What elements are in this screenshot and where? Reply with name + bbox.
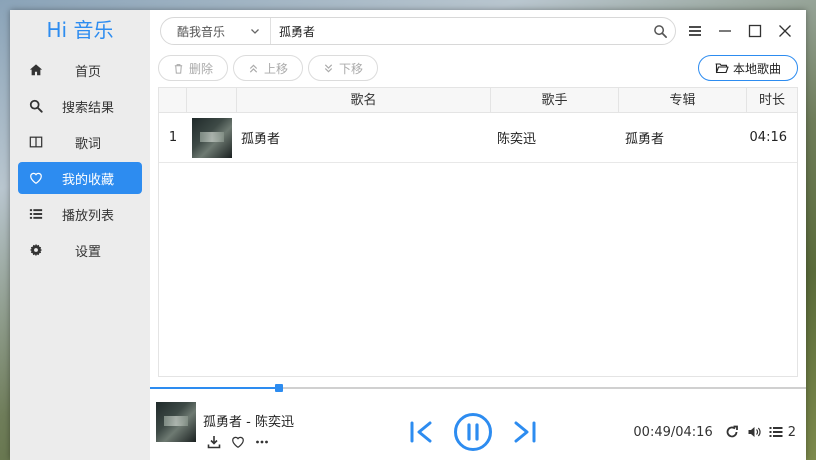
search-icon [653,24,667,38]
search-input[interactable] [271,18,645,44]
heart-icon [18,171,54,185]
pause-icon [454,413,492,451]
source-select[interactable]: 酷我音乐 [161,18,271,44]
search-button[interactable] [645,24,675,39]
pause-button[interactable] [453,412,493,452]
header-artist[interactable]: 歌手 [491,88,619,113]
search-icon [18,99,54,113]
sidebar-item-label: 设置 [74,244,101,260]
skip-previous-icon [410,421,432,443]
move-down-button[interactable]: 下移 [308,55,378,81]
row-artist: 陈奕迅 [497,132,537,147]
close-icon [779,25,791,37]
progress-fill [150,387,279,389]
maximize-button[interactable] [740,18,770,44]
row-index: 1 [168,130,178,145]
header-index [159,88,187,113]
now-playing-cover[interactable] [156,402,196,442]
sidebar-item-playlist[interactable]: 播放列表 [18,198,142,230]
more-dots-icon [256,440,268,444]
sidebar-nav: 首页 搜索结果 歌词 我的收藏 播放列表 设置 [10,54,150,266]
playlist-button[interactable] [765,424,787,440]
source-select-value: 酷我音乐 [177,24,226,39]
gear-icon [18,243,54,257]
home-icon [18,63,54,77]
playback-controls [405,412,541,452]
main-panel: 酷我音乐 孤勇者 删除 上移 下移 本地歌曲 歌名 歌手 专辑 时长 1 孤勇者… [150,10,806,460]
header-album[interactable]: 专辑 [619,88,747,113]
download-button[interactable] [202,434,226,450]
local-songs-label: 本地歌曲 [732,61,781,76]
skip-next-icon [514,421,536,443]
move-up-button[interactable]: 上移 [233,55,303,81]
sidebar-item-label: 搜索结果 [61,100,114,116]
playback-progress-bar[interactable] [150,384,806,392]
toolbar: 删除 上移 下移 本地歌曲 [150,55,806,83]
repeat-icon [726,425,738,438]
hamburger-menu-icon [689,26,701,36]
app-title: Hi 音乐 [46,18,114,42]
repeat-button[interactable] [721,424,743,440]
playback-time: 00:49/04:16 [633,424,713,440]
local-songs-button[interactable]: 本地歌曲 [698,55,798,81]
move-down-label: 下移 [338,61,363,76]
header-cover [187,88,237,113]
song-table: 歌名 歌手 专辑 时长 1 孤勇者 陈奕迅 孤勇者 04:16 [158,87,798,377]
sidebar-item-settings[interactable]: 设置 [18,234,142,266]
playlist-count: 2 [787,424,796,440]
sidebar-item-search-results[interactable]: 搜索结果 [18,90,142,122]
row-cover [187,113,237,162]
now-playing-actions [202,434,274,450]
previous-button[interactable] [405,415,439,449]
sidebar-item-lyrics[interactable]: 歌词 [18,126,142,158]
sidebar-item-label: 播放列表 [61,208,114,224]
playlist-icon [769,427,783,437]
download-icon [207,436,221,449]
chevron-down-icon [251,29,259,34]
double-chevron-up-icon [249,63,258,73]
sidebar-item-label: 歌词 [74,136,101,152]
table-header: 歌名 歌手 专辑 时长 [159,88,797,113]
maximize-icon [748,24,762,38]
header-title[interactable]: 歌名 [237,88,491,113]
sidebar-item-favorites[interactable]: 我的收藏 [18,162,142,194]
volume-button[interactable] [743,424,765,440]
volume-icon [748,427,761,437]
list-icon [18,207,54,221]
close-button[interactable] [770,18,800,44]
search-box: 酷我音乐 [160,17,676,45]
heart-icon [232,436,244,448]
trash-icon [174,63,183,74]
row-album: 孤勇者 [625,132,665,147]
window-controls [680,18,800,44]
row-title: 孤勇者 [241,132,281,147]
top-bar: 酷我音乐 [150,10,806,52]
app-window: Hi 音乐 首页 搜索结果 歌词 我的收藏 播放列表 设置 酷我音乐 孤勇者 删… [10,10,806,460]
move-up-label: 上移 [263,61,288,76]
player-right: 00:49/04:16 2 [633,424,796,440]
next-button[interactable] [507,415,541,449]
book-icon [18,135,54,149]
sidebar: Hi 音乐 首页 搜索结果 歌词 我的收藏 播放列表 设置 [10,10,150,460]
delete-button[interactable]: 删除 [158,55,228,81]
folder-open-icon [715,63,729,74]
player-bar: 孤勇者 - 陈奕迅 00:49/04:16 2 [150,390,806,460]
sidebar-item-label: 我的收藏 [61,172,114,188]
album-cover-image [192,117,232,158]
menu-button[interactable] [680,18,710,44]
minimize-icon [719,30,731,32]
table-row[interactable]: 1 孤勇者 陈奕迅 孤勇者 04:16 [159,113,797,163]
more-button[interactable] [250,434,274,450]
header-duration[interactable]: 时长 [747,88,797,113]
row-duration: 04:16 [749,130,787,145]
delete-label: 删除 [188,61,213,76]
favorite-button[interactable] [226,434,250,450]
sidebar-item-label: 首页 [74,64,101,80]
now-playing-title: 孤勇者 - 陈奕迅 [203,415,294,430]
minimize-button[interactable] [710,18,740,44]
double-chevron-down-icon [324,63,333,73]
sidebar-item-home[interactable]: 首页 [18,54,142,86]
